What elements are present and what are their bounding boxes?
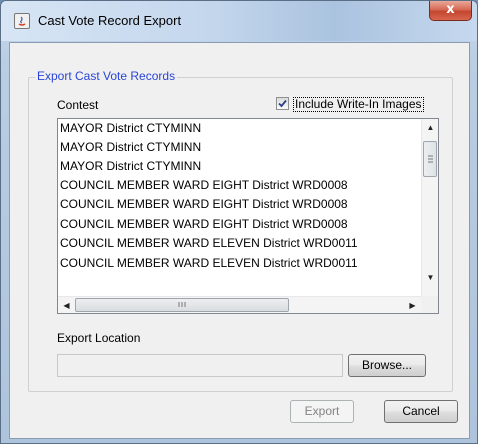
list-item[interactable]: COUNCIL MEMBER WARD EIGHT District WRD00… — [60, 215, 348, 235]
window-title: Cast Vote Record Export — [38, 13, 182, 28]
scroll-up-icon[interactable]: ▲ — [422, 119, 438, 136]
list-item[interactable]: MAYOR District CTYMINN — [60, 138, 201, 158]
export-location-field[interactable] — [57, 354, 343, 377]
grip-icon — [428, 155, 433, 163]
include-write-in-label[interactable]: Include Write-In Images — [293, 97, 424, 112]
export-dialog-window: Cast Vote Record Export x Export Cast Vo… — [0, 0, 478, 444]
horizontal-scrollbar[interactable]: ◀ ▶ — [58, 296, 421, 313]
scrollbar-corner — [421, 296, 438, 313]
list-item[interactable]: MAYOR District CTYMINN — [60, 119, 201, 139]
vertical-scroll-thumb[interactable] — [423, 141, 437, 177]
group-title: Export Cast Vote Records — [35, 69, 178, 83]
export-button[interactable]: Export — [290, 400, 354, 423]
list-item[interactable]: COUNCIL MEMBER WARD ELEVEN District WRD0… — [60, 254, 358, 274]
close-button[interactable]: x — [429, 1, 472, 21]
include-write-in-checkbox[interactable] — [276, 97, 289, 110]
list-item[interactable]: MAYOR District CTYMINN — [60, 157, 201, 177]
contest-label: Contest — [57, 98, 99, 112]
scroll-down-icon[interactable]: ▼ — [422, 269, 438, 286]
list-item[interactable]: COUNCIL MEMBER WARD EIGHT District WRD00… — [60, 195, 348, 215]
horizontal-scroll-thumb[interactable] — [75, 298, 289, 312]
contest-list[interactable]: MAYOR District CTYMINN MAYOR District CT… — [57, 118, 439, 314]
cancel-button[interactable]: Cancel — [384, 400, 458, 423]
scroll-right-icon[interactable]: ▶ — [404, 297, 421, 313]
grip-icon — [178, 302, 186, 307]
browse-button[interactable]: Browse... — [348, 354, 426, 377]
vertical-scrollbar[interactable]: ▲ ▼ — [421, 119, 438, 296]
checkmark-icon — [278, 99, 287, 108]
scroll-left-icon[interactable]: ◀ — [58, 297, 75, 313]
list-item[interactable]: COUNCIL MEMBER WARD ELEVEN District WRD0… — [60, 234, 358, 254]
title-bar[interactable]: Cast Vote Record Export x — [1, 1, 477, 41]
export-location-label: Export Location — [57, 331, 141, 345]
list-item[interactable]: COUNCIL MEMBER WARD EIGHT District WRD00… — [60, 176, 348, 196]
close-icon: x — [446, 2, 455, 17]
java-app-icon — [14, 13, 30, 29]
dialog-content: Export Cast Vote Records Contest Include… — [9, 42, 470, 439]
